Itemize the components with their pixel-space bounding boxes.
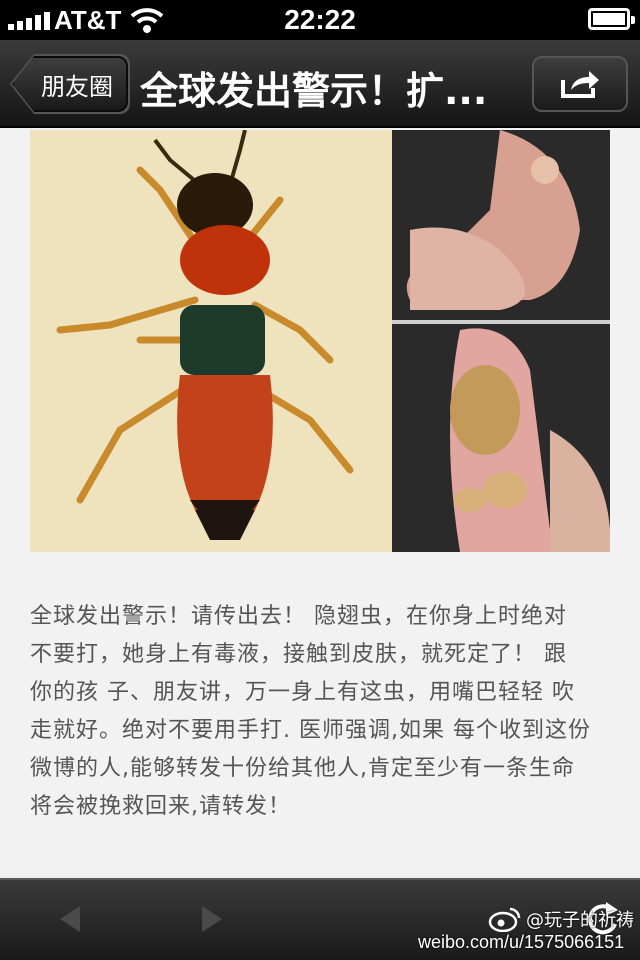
article-body: 全球发出警示！请传出去！ 隐翅虫，在你身上时绝对 不要打，她身上有毒液，接触到皮… — [30, 598, 610, 826]
back-button[interactable]: 朋友圈 — [12, 56, 128, 112]
share-icon — [561, 71, 599, 98]
article-line: 你的孩 子、朋友讲，万一身上有这虫，用嘴巴轻轻 吹 — [30, 680, 575, 705]
page-title: 全球发出警示！扩... — [140, 69, 488, 113]
forward-arrow-icon[interactable] — [198, 904, 226, 934]
article-line: 全球发出警示！请传出去！ 隐翅虫，在你身上时绝对 — [30, 604, 567, 629]
weibo-logo-icon — [488, 907, 521, 932]
share-button[interactable] — [532, 56, 628, 112]
article-line: 将会被挽救回来,请转发！ — [30, 794, 291, 819]
status-time: 22:22 — [284, 4, 356, 35]
article-line: 不要打，她身上有毒液，接触到皮肤，就死定了！ 跟 — [30, 642, 567, 667]
watermark-handle: @玩子的祈祷 — [488, 906, 634, 932]
back-arrow-icon[interactable] — [56, 904, 84, 934]
watermark-handle-text: @玩子的祈祷 — [526, 910, 634, 931]
status-bar: AT&T 22:22 — [0, 0, 640, 40]
navigation-bar: 朋友圈 全球发出警示！扩... — [0, 40, 640, 128]
article-photo — [30, 130, 610, 552]
article-line: 走就好。绝对不要用手打. 医师强调,如果 每个收到这份 — [30, 718, 591, 743]
battery-icon — [588, 8, 635, 30]
article-line: 微博的人,能够转发十份给其他人,肯定至少有一条生命 — [30, 756, 575, 781]
watermark-url: weibo.com/u/1575066151 — [418, 932, 625, 952]
article-content: 全球发出警示！请传出去！ 隐翅虫，在你身上时绝对 不要打，她身上有毒液，接触到皮… — [0, 130, 640, 878]
